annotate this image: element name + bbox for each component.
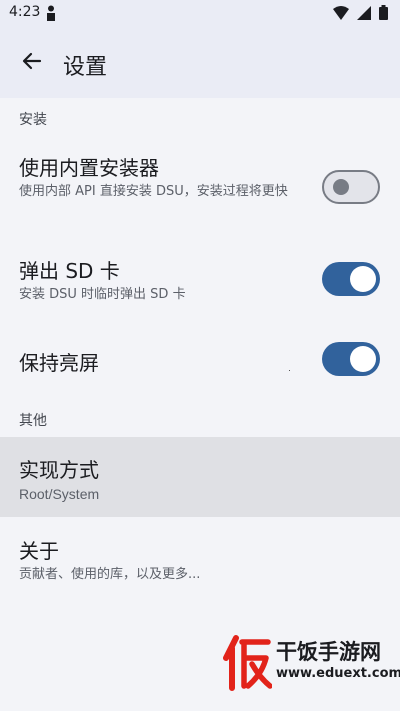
- arrow-left-icon: [22, 51, 42, 75]
- toggle-knob: [333, 179, 349, 195]
- setting-builtin-installer[interactable]: 使用内置安装器 使用内部 API 直接安装 DSU，安装过程将更快: [0, 138, 400, 234]
- section-header-install: 安装: [19, 112, 47, 128]
- setting-summary: 贡献者、使用的库，以及更多...: [19, 567, 201, 582]
- setting-title: 实现方式: [19, 458, 99, 482]
- battery-icon: [379, 5, 388, 24]
- watermark-url: www.eduext.com: [276, 666, 400, 681]
- toggle-knob: [350, 266, 376, 292]
- watermark: 干饭手游网 www.eduext.com: [218, 630, 400, 700]
- page-title: 设置: [63, 55, 108, 80]
- setting-eject-sd[interactable]: 弹出 SD 卡 安装 DSU 时临时弹出 SD 卡: [0, 240, 400, 316]
- setting-title: 关于: [19, 539, 59, 563]
- back-button[interactable]: [12, 43, 52, 83]
- watermark-logo-icon: [222, 634, 273, 696]
- setting-summary: 安装 DSU 时临时弹出 SD 卡: [19, 287, 186, 302]
- status-icons: [333, 5, 388, 24]
- status-time: 4:23: [9, 4, 41, 20]
- setting-summary: Root/System: [19, 486, 100, 502]
- stray-dot: [289, 370, 290, 371]
- person-icon: [46, 5, 56, 25]
- setting-keep-screen-on[interactable]: 保持亮屏: [0, 326, 400, 394]
- setting-summary: 使用内部 API 直接安装 DSU，安装过程将更快: [19, 184, 288, 199]
- setting-implementation[interactable]: 实现方式 Root/System: [0, 437, 400, 517]
- setting-title: 弹出 SD 卡: [19, 259, 120, 283]
- setting-about[interactable]: 关于 贡献者、使用的库，以及更多...: [0, 520, 400, 594]
- app-bar: 设置: [0, 28, 400, 98]
- toggle-knob: [350, 346, 376, 372]
- signal-icon: [357, 5, 371, 24]
- section-header-other: 其他: [19, 413, 47, 429]
- setting-title: 保持亮屏: [19, 351, 99, 375]
- wifi-icon: [333, 5, 349, 24]
- builtin-installer-toggle[interactable]: [322, 170, 380, 204]
- eject-sd-toggle[interactable]: [322, 262, 380, 296]
- keep-screen-on-toggle[interactable]: [322, 342, 380, 376]
- watermark-name: 干饭手游网: [276, 640, 381, 664]
- status-bar: 4:23: [0, 0, 400, 28]
- setting-title: 使用内置安装器: [19, 156, 159, 180]
